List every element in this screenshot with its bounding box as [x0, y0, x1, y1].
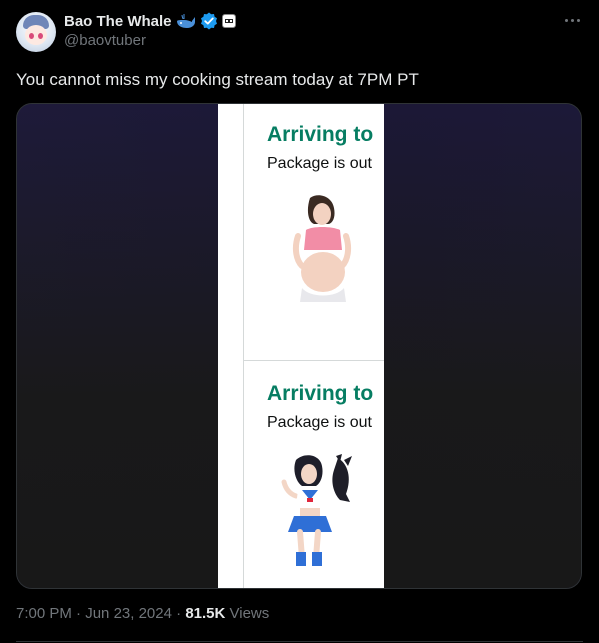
avatar[interactable] — [16, 12, 56, 52]
media-image: Arriving to Package is out Arriving to P… — [218, 104, 384, 588]
tweet-time[interactable]: 7:00 PM — [16, 605, 72, 622]
arriving-title: Arriving to — [267, 123, 374, 146]
whale-icon — [176, 13, 195, 28]
package-status: Package is out — [267, 155, 372, 172]
tweet-text: You cannot miss my cooking stream today … — [16, 70, 419, 89]
tweet-media[interactable]: Arriving to Package is out Arriving to P… — [16, 103, 582, 589]
views-count: 81.5K — [185, 605, 226, 622]
card-border — [243, 104, 244, 588]
avatar-eye-left — [29, 33, 34, 39]
verified-badge-icon[interactable] — [200, 12, 218, 30]
affiliate-badge-icon[interactable] — [221, 14, 236, 28]
author-name-row: Bao The Whale — [64, 11, 236, 31]
tweet[interactable]: Bao The Whale @baovtuber You cannot miss… — [0, 0, 599, 643]
divider — [16, 641, 583, 642]
product-figure-image — [292, 195, 352, 302]
arriving-title: Arriving to — [267, 382, 374, 405]
author-handle[interactable]: @baovtuber — [64, 32, 146, 49]
more-icon[interactable] — [561, 13, 583, 27]
author-name[interactable]: Bao The Whale — [64, 13, 172, 30]
card-divider — [243, 360, 384, 361]
avatar-eye-right — [38, 33, 43, 39]
package-status: Package is out — [267, 414, 372, 431]
views-label: Views — [229, 605, 270, 622]
tweet-date[interactable]: Jun 23, 2024 — [85, 605, 172, 622]
tweet-meta: 7:00 PM · Jun 23, 2024 · 81.5K Views — [16, 605, 269, 622]
meta-separator: · — [76, 605, 82, 622]
product-figure-image — [281, 454, 352, 566]
meta-separator: · — [176, 605, 182, 622]
